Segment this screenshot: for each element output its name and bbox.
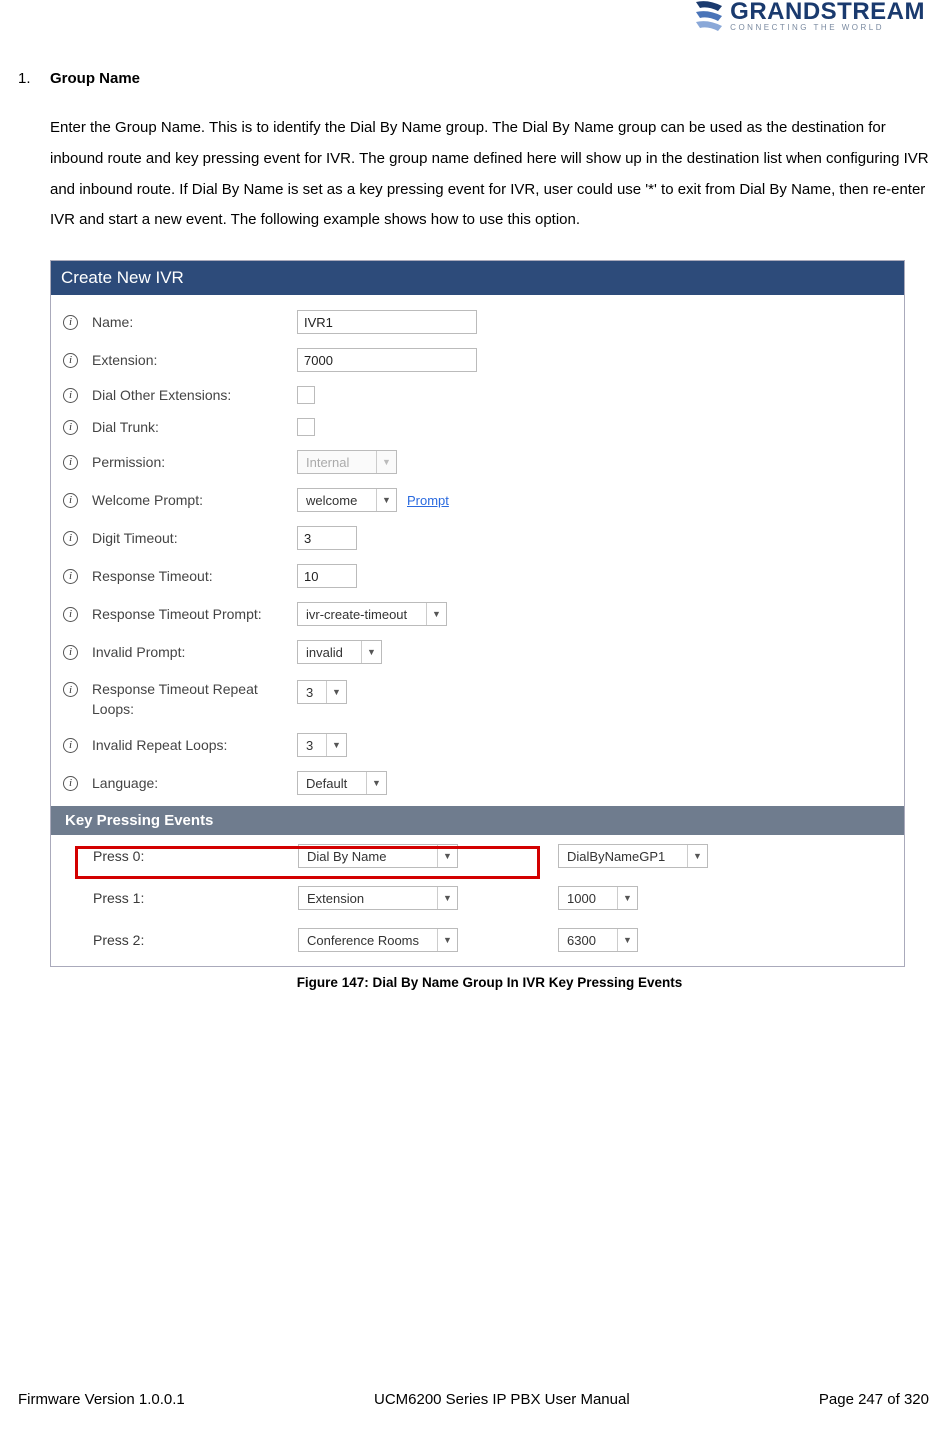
- key-events-header: Key Pressing Events: [51, 806, 904, 835]
- chevron-down-icon: ▼: [437, 845, 457, 867]
- label-permission: Permission:: [92, 454, 297, 470]
- info-icon[interactable]: i: [63, 607, 78, 622]
- checkbox-dial-other[interactable]: [297, 386, 315, 404]
- section-heading: 1. Group Name: [18, 70, 929, 87]
- input-digit-timeout[interactable]: [297, 526, 357, 550]
- page-footer: Firmware Version 1.0.0.1 UCM6200 Series …: [18, 1391, 929, 1408]
- label-resp-repeat: Response Timeout Repeat Loops:: [92, 680, 297, 719]
- footer-version: Firmware Version 1.0.0.1: [18, 1391, 185, 1408]
- key-label-2: Press 2:: [93, 932, 298, 948]
- select-resp-timeout-prompt[interactable]: ivr-create-timeout ▼: [297, 602, 447, 626]
- chevron-down-icon: ▼: [326, 681, 346, 703]
- select-key2-type[interactable]: Conference Rooms ▼: [298, 928, 458, 952]
- ivr-panel: Create New IVR i Name: i Extension: i Di…: [50, 260, 905, 967]
- row-dial-trunk: i Dial Trunk:: [51, 411, 904, 443]
- figure-container: Create New IVR i Name: i Extension: i Di…: [50, 260, 929, 990]
- input-name[interactable]: [297, 310, 477, 334]
- chevron-down-icon: ▼: [617, 887, 637, 909]
- prompt-link[interactable]: Prompt: [407, 493, 449, 508]
- footer-title: UCM6200 Series IP PBX User Manual: [374, 1391, 630, 1408]
- info-icon[interactable]: i: [63, 776, 78, 791]
- chevron-down-icon: ▼: [361, 641, 381, 663]
- key-label-1: Press 1:: [93, 890, 298, 906]
- chevron-down-icon: ▼: [366, 772, 386, 794]
- row-resp-timeout-prompt: i Response Timeout Prompt: ivr-create-ti…: [51, 595, 904, 633]
- label-digit-timeout: Digit Timeout:: [92, 530, 297, 546]
- key-row-1: Press 1: Extension ▼ 1000 ▼: [51, 877, 904, 919]
- label-invalid-prompt: Invalid Prompt:: [92, 644, 297, 660]
- chevron-down-icon: ▼: [376, 489, 396, 511]
- row-permission: i Permission: Internal ▼: [51, 443, 904, 481]
- info-icon[interactable]: i: [63, 645, 78, 660]
- info-icon[interactable]: i: [63, 455, 78, 470]
- label-extension: Extension:: [92, 352, 297, 368]
- panel-title: Create New IVR: [51, 261, 904, 295]
- chevron-down-icon: ▼: [617, 929, 637, 951]
- label-name: Name:: [92, 314, 297, 330]
- info-icon[interactable]: i: [63, 388, 78, 403]
- section-body: Enter the Group Name. This is to identif…: [50, 113, 929, 236]
- row-welcome: i Welcome Prompt: welcome ▼ Prompt: [51, 481, 904, 519]
- info-icon[interactable]: i: [63, 420, 78, 435]
- select-key0-type[interactable]: Dial By Name ▼: [298, 844, 458, 868]
- select-key1-type[interactable]: Extension ▼: [298, 886, 458, 910]
- section-number: 1.: [18, 70, 36, 87]
- key-label-0: Press 0:: [93, 848, 298, 864]
- label-welcome: Welcome Prompt:: [92, 492, 297, 508]
- key-row-2: Press 2: Conference Rooms ▼ 6300 ▼: [51, 919, 904, 966]
- label-language: Language:: [92, 775, 297, 791]
- select-invalid-repeat[interactable]: 3 ▼: [297, 733, 347, 757]
- input-extension[interactable]: [297, 348, 477, 372]
- label-response-timeout: Response Timeout:: [92, 568, 297, 584]
- row-digit-timeout: i Digit Timeout:: [51, 519, 904, 557]
- info-icon[interactable]: i: [63, 353, 78, 368]
- row-name: i Name:: [51, 303, 904, 341]
- brand-logo: GRANDSTREAM CONNECTING THE WORLD: [694, 0, 925, 32]
- row-extension: i Extension:: [51, 341, 904, 379]
- info-icon[interactable]: i: [63, 682, 78, 697]
- select-key1-dest[interactable]: 1000 ▼: [558, 886, 638, 910]
- input-response-timeout[interactable]: [297, 564, 357, 588]
- select-key2-dest[interactable]: 6300 ▼: [558, 928, 638, 952]
- info-icon[interactable]: i: [63, 315, 78, 330]
- brand-tagline: CONNECTING THE WORLD: [730, 24, 925, 32]
- row-invalid-repeat: i Invalid Repeat Loops: 3 ▼: [51, 726, 904, 764]
- chevron-down-icon: ▼: [376, 451, 396, 473]
- row-invalid-prompt: i Invalid Prompt: invalid ▼: [51, 633, 904, 671]
- row-dial-other: i Dial Other Extensions:: [51, 379, 904, 411]
- chevron-down-icon: ▼: [687, 845, 707, 867]
- figure-caption: Figure 147: Dial By Name Group In IVR Ke…: [50, 975, 929, 990]
- select-language[interactable]: Default ▼: [297, 771, 387, 795]
- key-row-0: Press 0: Dial By Name ▼ DialByNameGP1 ▼: [51, 835, 904, 877]
- row-resp-repeat: i Response Timeout Repeat Loops: 3 ▼: [51, 671, 904, 726]
- chevron-down-icon: ▼: [326, 734, 346, 756]
- label-invalid-repeat: Invalid Repeat Loops:: [92, 737, 297, 753]
- select-invalid-prompt[interactable]: invalid ▼: [297, 640, 382, 664]
- label-dial-trunk: Dial Trunk:: [92, 419, 297, 435]
- label-dial-other: Dial Other Extensions:: [92, 387, 297, 403]
- info-icon[interactable]: i: [63, 531, 78, 546]
- brand-name: GRANDSTREAM: [730, 0, 925, 24]
- chevron-down-icon: ▼: [426, 603, 446, 625]
- info-icon[interactable]: i: [63, 493, 78, 508]
- checkbox-dial-trunk[interactable]: [297, 418, 315, 436]
- select-resp-repeat[interactable]: 3 ▼: [297, 680, 347, 704]
- info-icon[interactable]: i: [63, 738, 78, 753]
- row-response-timeout: i Response Timeout:: [51, 557, 904, 595]
- chevron-down-icon: ▼: [437, 929, 457, 951]
- row-language: i Language: Default ▼: [51, 764, 904, 802]
- chevron-down-icon: ▼: [437, 887, 457, 909]
- logo-mark-icon: [694, 0, 724, 32]
- label-resp-timeout-prompt: Response Timeout Prompt:: [92, 606, 297, 622]
- select-permission: Internal ▼: [297, 450, 397, 474]
- select-key0-dest[interactable]: DialByNameGP1 ▼: [558, 844, 708, 868]
- section-title: Group Name: [50, 70, 140, 87]
- info-icon[interactable]: i: [63, 569, 78, 584]
- select-welcome[interactable]: welcome ▼: [297, 488, 397, 512]
- footer-page: Page 247 of 320: [819, 1391, 929, 1408]
